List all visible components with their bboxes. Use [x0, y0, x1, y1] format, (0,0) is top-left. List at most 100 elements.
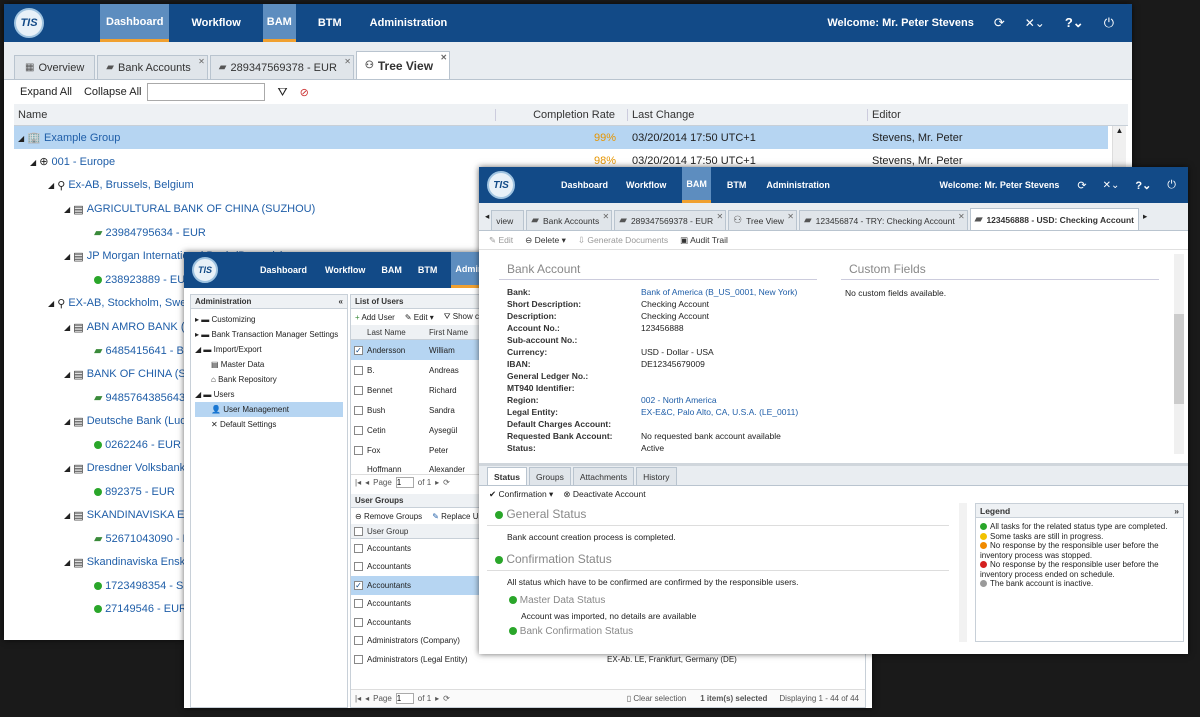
next-page-icon[interactable]: ▸ — [435, 694, 439, 703]
scroll-right-icon[interactable]: ▸ — [1143, 211, 1147, 222]
row-checkbox[interactable] — [354, 425, 363, 435]
nav-bam[interactable]: BAM — [262, 4, 296, 42]
first-page-icon[interactable]: |◂ — [355, 694, 361, 703]
table-row[interactable]: Accountants — [351, 576, 484, 595]
filter-input[interactable] — [147, 83, 266, 101]
page-input[interactable] — [395, 477, 414, 488]
filter-icon[interactable]: ⛛ — [277, 85, 287, 100]
select-all-checkbox[interactable] — [354, 526, 363, 536]
power-icon[interactable]: ⏻ — [1167, 179, 1176, 192]
expand-panel-icon[interactable]: » — [1174, 506, 1179, 516]
nav-dashboard[interactable]: Dashboard — [561, 167, 608, 203]
help-icon[interactable]: ?⌄ — [1065, 15, 1084, 31]
tab-usd-account[interactable]: ▰ 123456888 - USD: Checking Account — [969, 208, 1139, 230]
scroll-left-icon[interactable]: ◂ — [485, 211, 489, 222]
refresh-icon[interactable]: ⟳ — [1077, 179, 1086, 192]
row-checkbox[interactable] — [354, 617, 363, 627]
scroll-thumb[interactable] — [1174, 314, 1184, 404]
tree-item-btm-settings[interactable]: ▸ ▬ Bank Transaction Manager Settings — [195, 327, 343, 342]
collapse-icon[interactable]: ◢ — [64, 464, 70, 473]
collapse-icon[interactable]: ◢ — [64, 205, 70, 214]
collapse-icon[interactable]: ◢ — [64, 252, 70, 261]
page-input[interactable] — [395, 693, 414, 704]
collapse-panel-icon[interactable]: « — [339, 297, 343, 306]
delete-button[interactable]: ⊖ Delete ▾ — [525, 235, 566, 246]
col-first-name[interactable]: First Name — [429, 328, 468, 337]
tab-history[interactable]: History — [636, 467, 677, 485]
tab-tree-view[interactable]: ⚇ Tree View ✕ — [355, 51, 451, 79]
tree-item-master-data[interactable]: ▤ Master Data — [195, 357, 343, 372]
nav-workflow[interactable]: Workflow — [325, 252, 365, 288]
tab-try-account[interactable]: ▰ 123456874 - TRY: Checking Account ✕ — [798, 210, 968, 230]
nav-administration[interactable]: Administration — [370, 4, 448, 42]
first-page-icon[interactable]: |◂ — [355, 478, 361, 487]
row-checkbox[interactable] — [354, 385, 363, 395]
power-icon[interactable]: ⏻ — [1104, 15, 1114, 31]
nav-bam[interactable]: BAM — [682, 167, 711, 203]
col-completion-rate[interactable]: Completion Rate — [496, 108, 628, 121]
tools-icon[interactable]: ✕⌄ — [1103, 180, 1120, 191]
collapse-icon[interactable]: ◢ — [30, 158, 36, 167]
col-last-change[interactable]: Last Change — [628, 108, 868, 121]
col-user-group[interactable]: User Group — [367, 527, 408, 536]
collapse-icon[interactable]: ◢ — [64, 511, 70, 520]
tis-logo[interactable]: TIS — [487, 171, 515, 199]
prev-page-icon[interactable]: ◂ — [365, 478, 369, 487]
expand-all-button[interactable]: Expand All — [20, 86, 72, 98]
row-checkbox[interactable] — [354, 345, 363, 355]
close-icon[interactable]: ✕ — [198, 57, 205, 66]
close-icon[interactable]: ✕ — [958, 212, 965, 221]
scroll-up-icon[interactable]: ▲ — [1113, 126, 1126, 135]
row-checkbox[interactable] — [354, 636, 363, 646]
tab-overview[interactable]: ▦ Overview — [14, 55, 96, 79]
tree-item-user-management[interactable]: 👤 User Management — [195, 402, 343, 417]
field-value[interactable]: 002 - North America — [641, 394, 717, 406]
tab-status[interactable]: Status — [487, 467, 527, 485]
edit-button[interactable]: ✎ Edit ▾ — [405, 313, 434, 322]
nav-dashboard[interactable]: Dashboard — [100, 4, 170, 42]
nav-administration[interactable]: Administration — [766, 167, 830, 203]
field-value[interactable]: Bank of America (B_US_0001, New York) — [641, 286, 797, 298]
refresh-icon[interactable]: ⟳ — [443, 478, 450, 487]
col-name[interactable]: Name — [14, 108, 496, 121]
confirmation-button[interactable]: ✔ Confirmation ▾ — [489, 489, 553, 500]
nav-workflow[interactable]: Workflow — [191, 4, 240, 42]
deactivate-button[interactable]: ⊗ Deactivate Account — [563, 489, 645, 500]
add-user-button[interactable]: + Add User — [355, 313, 395, 322]
field-value[interactable]: EX-E&C, Palo Alto, CA, U.S.A. (LE_0011) — [641, 406, 798, 418]
show-columns-button[interactable]: ⛛ Show c — [444, 312, 479, 322]
tab-bank-accounts[interactable]: ▰ Bank Accounts ✕ — [526, 210, 613, 230]
close-icon[interactable]: ✕ — [716, 212, 723, 221]
row-checkbox[interactable] — [354, 405, 363, 415]
close-icon[interactable]: ✕ — [440, 53, 447, 62]
collapse-icon[interactable]: ◢ — [64, 558, 70, 567]
nav-btm[interactable]: BTM — [318, 4, 342, 42]
tab-account-eur[interactable]: ▰ 289347569378 - EUR ✕ — [209, 55, 354, 79]
nav-btm[interactable]: BTM — [418, 252, 438, 288]
refresh-icon[interactable]: ⟳ — [994, 15, 1005, 31]
row-checkbox[interactable] — [354, 445, 363, 455]
col-last-name[interactable]: Last Name — [367, 328, 429, 337]
row-checkbox[interactable] — [354, 365, 363, 375]
close-icon[interactable]: ✕ — [603, 212, 610, 221]
nav-workflow[interactable]: Workflow — [626, 167, 666, 203]
tab-groups[interactable]: Groups — [528, 467, 571, 485]
prev-page-icon[interactable]: ◂ — [365, 694, 369, 703]
clear-selection-button[interactable]: ▯ Clear selection — [627, 694, 687, 703]
row-checkbox[interactable] — [354, 654, 363, 664]
nav-bam[interactable]: BAM — [381, 252, 402, 288]
next-page-icon[interactable]: ▸ — [435, 478, 439, 487]
tab-tree-view[interactable]: ⚇ Tree View ✕ — [728, 210, 797, 230]
refresh-icon[interactable]: ⟳ — [443, 694, 450, 703]
collapse-icon[interactable]: ◢ — [64, 417, 70, 426]
col-editor[interactable]: Editor — [868, 109, 901, 121]
tools-icon[interactable]: ✕⌄ — [1025, 16, 1045, 30]
remove-groups-button[interactable]: ⊖ Remove Groups — [355, 512, 422, 521]
tree-item-bank-repository[interactable]: ⌂ Bank Repository — [195, 372, 343, 387]
close-icon[interactable]: ✕ — [787, 212, 794, 221]
vertical-scrollbar[interactable] — [959, 503, 967, 642]
collapse-icon[interactable]: ◢ — [64, 370, 70, 379]
row-checkbox[interactable] — [354, 599, 363, 609]
row-checkbox[interactable] — [354, 562, 363, 572]
collapse-icon[interactable]: ◢ — [64, 323, 70, 332]
